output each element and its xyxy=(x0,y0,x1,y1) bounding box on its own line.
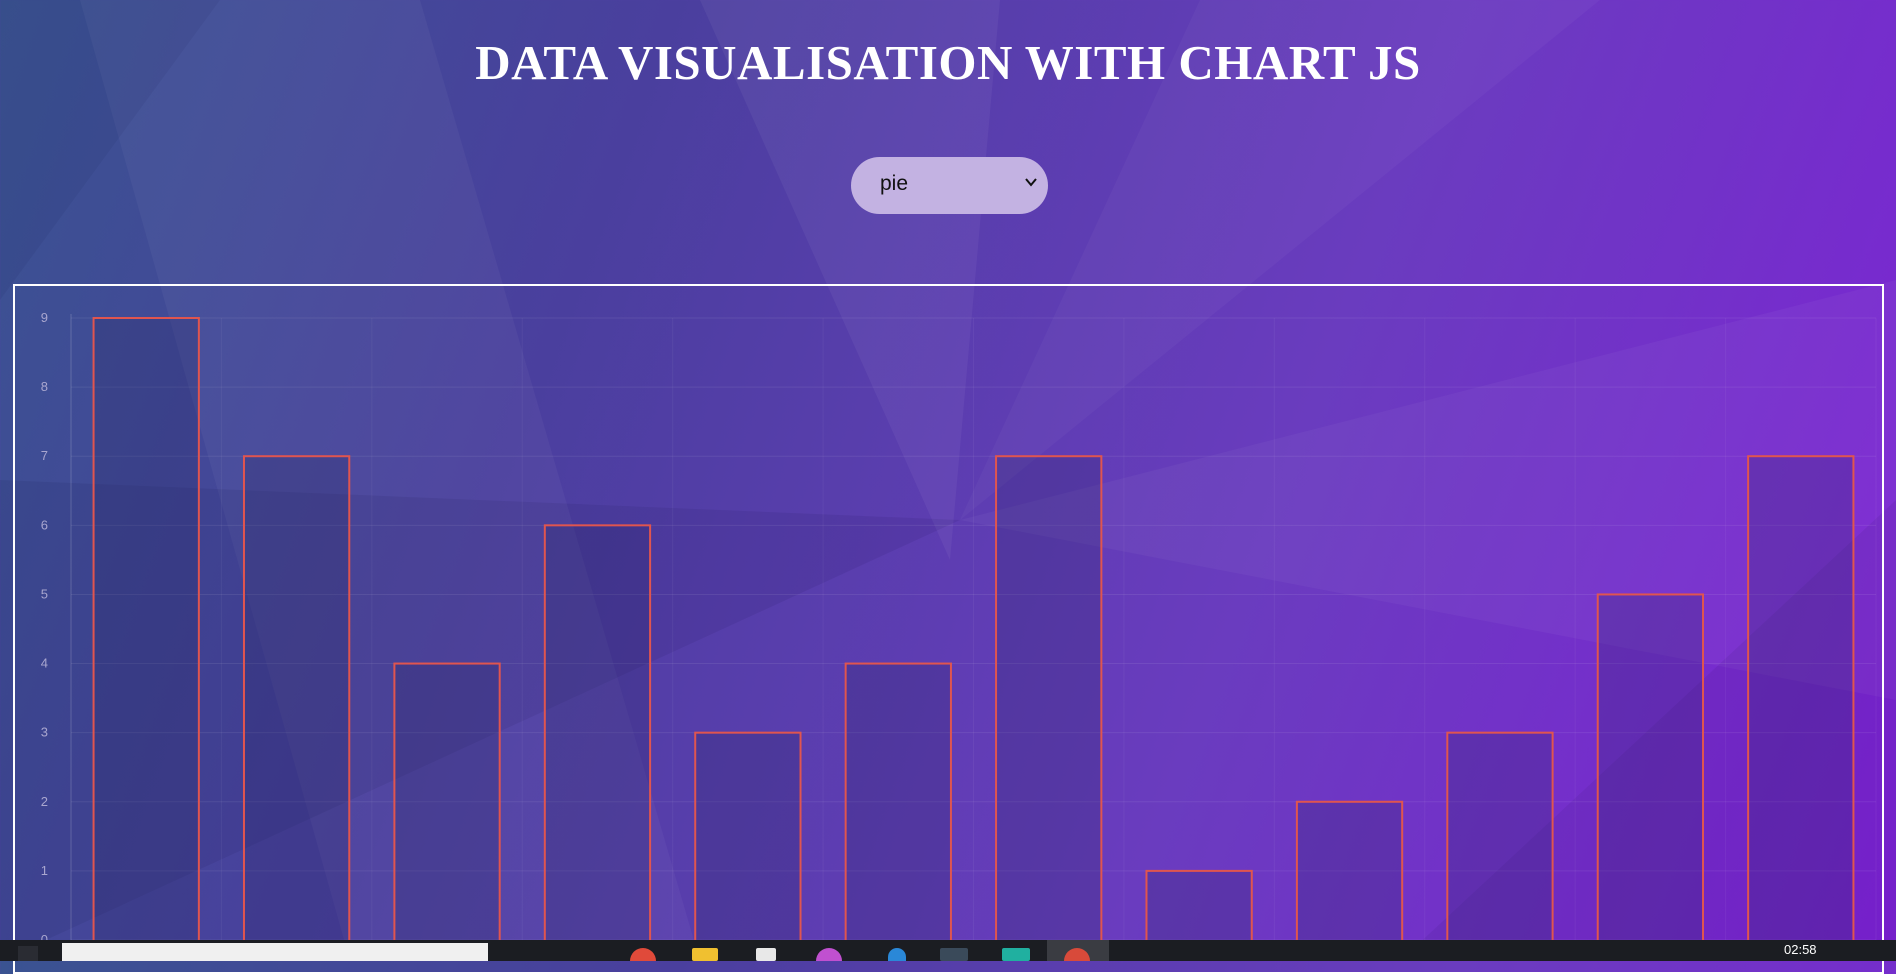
bar[interactable] xyxy=(543,524,652,961)
app-icon[interactable] xyxy=(888,948,906,961)
y-tick-label: 2 xyxy=(41,794,48,809)
bar-chart: 0123456789 xyxy=(41,310,1877,962)
start-button[interactable] xyxy=(18,946,38,961)
taskbar-search-input[interactable] xyxy=(62,943,488,961)
folder-icon[interactable] xyxy=(692,948,718,961)
y-tick-label: 3 xyxy=(41,725,48,740)
bar[interactable] xyxy=(844,662,952,961)
y-tick-label: 6 xyxy=(41,517,48,532)
app-icon[interactable] xyxy=(940,948,968,961)
page-title: DATA VISUALISATION WITH CHART JS xyxy=(475,35,1421,90)
y-tick-label: 7 xyxy=(41,448,48,463)
bar[interactable] xyxy=(1596,593,1705,961)
taskbar-clock: 02:58 xyxy=(1784,942,1817,957)
app-icon[interactable] xyxy=(1002,948,1030,961)
taskbar: 02:58 xyxy=(0,940,1896,961)
bar[interactable] xyxy=(92,317,200,961)
bar[interactable] xyxy=(1295,800,1404,961)
app-icon[interactable] xyxy=(816,948,842,961)
y-tick-label: 1 xyxy=(41,863,48,878)
bar[interactable] xyxy=(694,731,802,961)
file-icon[interactable] xyxy=(756,948,776,961)
chart-type-select-value: pie xyxy=(880,172,909,195)
y-tick-label: 5 xyxy=(41,586,48,601)
y-tick-label: 4 xyxy=(41,656,48,671)
bar[interactable] xyxy=(1446,731,1554,961)
bar[interactable] xyxy=(242,455,351,961)
bar[interactable] xyxy=(1747,455,1855,961)
chart-container: 0123456789 xyxy=(13,284,1884,974)
y-tick-label: 9 xyxy=(41,310,48,325)
chevron-down-icon xyxy=(1025,178,1037,187)
bar[interactable] xyxy=(995,455,1103,961)
app-icon[interactable] xyxy=(630,948,656,961)
bar[interactable] xyxy=(393,662,501,961)
y-tick-label: 8 xyxy=(41,379,48,394)
chart-type-select[interactable]: pie xyxy=(851,157,1048,214)
